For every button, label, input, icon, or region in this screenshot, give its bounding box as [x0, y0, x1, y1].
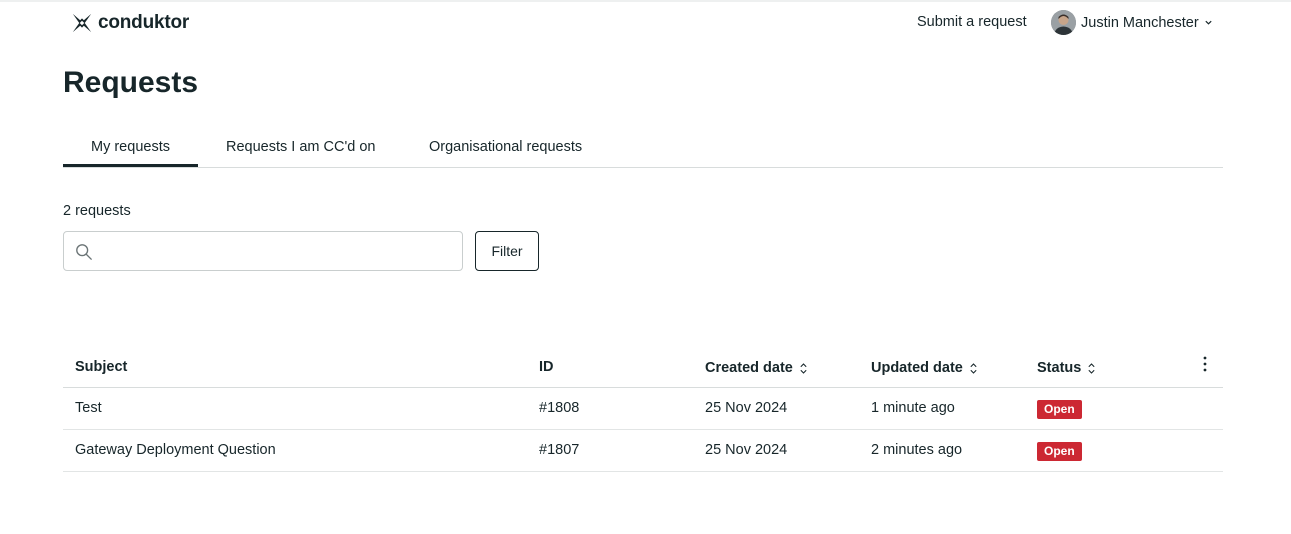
search-box: [63, 231, 463, 271]
row-created-date: 25 Nov 2024: [705, 400, 788, 416]
tab-my-requests[interactable]: My requests: [91, 139, 170, 155]
conduktor-logo-icon: [72, 13, 92, 33]
column-label: Status: [1037, 360, 1082, 376]
row-subject[interactable]: Test: [75, 400, 102, 416]
avatar: [1051, 10, 1076, 35]
table-row[interactable]: Test #1808 25 Nov 2024 1 minute ago Open: [63, 388, 1223, 430]
column-header-id: ID: [539, 359, 554, 375]
sort-icon[interactable]: [969, 362, 978, 375]
brand-name: conduktor: [98, 12, 190, 33]
column-label: Created date: [705, 360, 793, 376]
row-updated-date: 2 minutes ago: [871, 442, 963, 458]
table-header: Subject ID Created date Updated date Sta…: [63, 348, 1223, 388]
table-row[interactable]: Gateway Deployment Question #1807 25 Nov…: [63, 430, 1223, 472]
sort-icon[interactable]: [799, 362, 808, 375]
request-count: 2 requests: [63, 203, 131, 219]
tab-organisational-requests[interactable]: Organisational requests: [429, 139, 582, 155]
brand-logo[interactable]: conduktor: [71, 11, 189, 35]
tab-cc-requests[interactable]: Requests I am CC'd on: [226, 139, 375, 155]
submit-request-link[interactable]: Submit a request: [917, 14, 1027, 30]
column-header-subject: Subject: [75, 359, 127, 375]
column-label: ID: [539, 359, 554, 375]
page-title: Requests: [63, 66, 199, 99]
user-menu[interactable]: Justin Manchester: [1051, 10, 1213, 35]
column-header-created-date[interactable]: Created date: [705, 360, 808, 376]
row-id: #1808: [539, 400, 580, 416]
request-tabs: My requests Requests I am CC'd on Organi…: [63, 130, 1223, 168]
column-header-updated-date[interactable]: Updated date: [871, 360, 978, 376]
requests-table: Subject ID Created date Updated date Sta…: [63, 348, 1223, 472]
filter-button[interactable]: Filter: [475, 231, 539, 271]
column-label: Subject: [75, 359, 128, 375]
status-badge: Open: [1037, 442, 1082, 461]
row-subject[interactable]: Gateway Deployment Question: [75, 442, 276, 458]
active-tab-indicator: [63, 164, 198, 167]
search-input[interactable]: [102, 232, 458, 270]
row-id: #1807: [539, 442, 580, 458]
status-badge: Open: [1037, 400, 1082, 419]
column-label: Updated date: [871, 360, 963, 376]
more-options-icon[interactable]: [1199, 355, 1211, 373]
sort-icon[interactable]: [1087, 362, 1096, 375]
top-border: [0, 0, 1291, 2]
search-icon: [76, 244, 92, 260]
user-name: Justin Manchester: [1081, 14, 1199, 31]
column-header-status[interactable]: Status: [1037, 360, 1096, 376]
row-created-date: 25 Nov 2024: [705, 442, 788, 458]
row-updated-date: 1 minute ago: [871, 400, 955, 416]
chevron-down-icon: [1205, 20, 1212, 25]
